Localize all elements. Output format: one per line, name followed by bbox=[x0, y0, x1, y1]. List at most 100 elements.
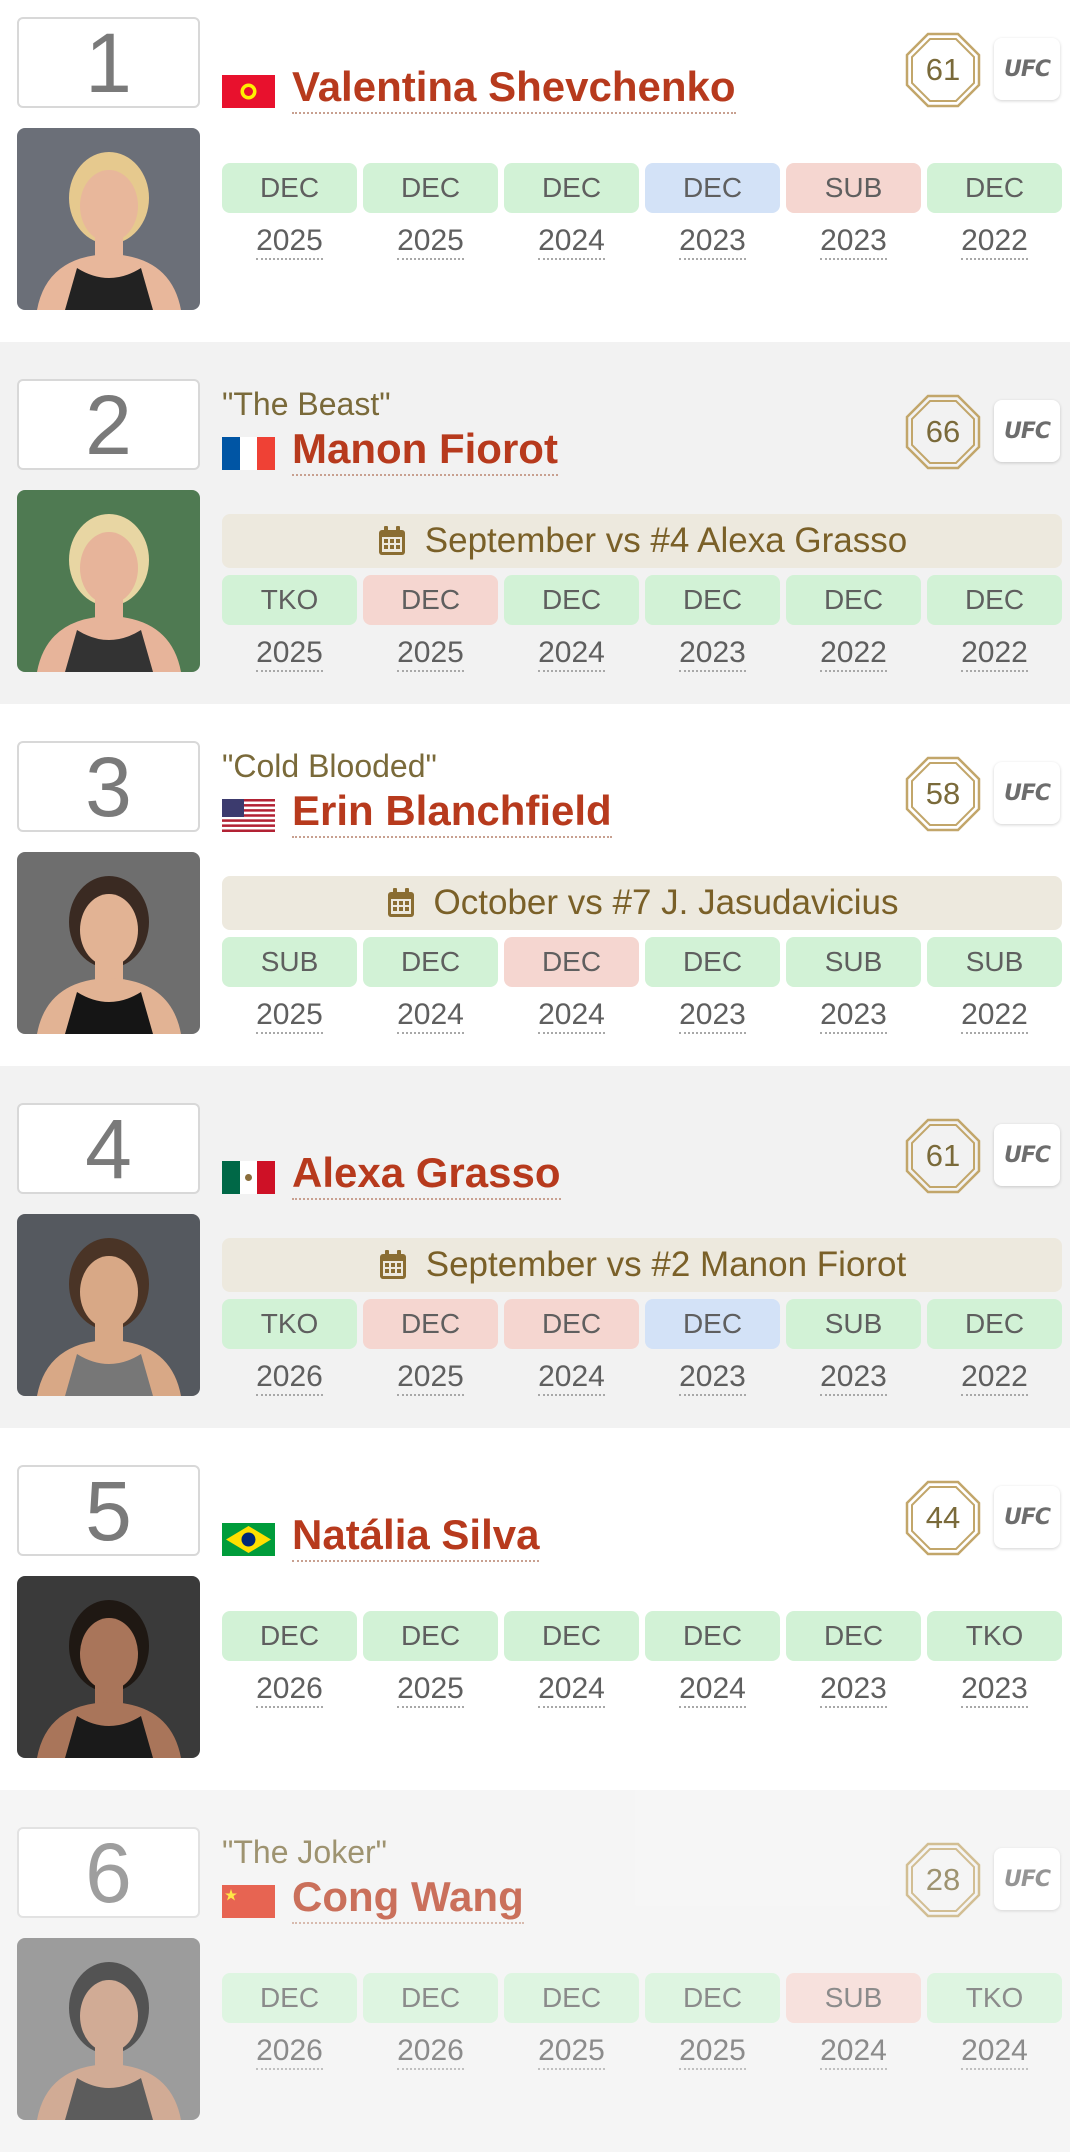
fighter-photo[interactable] bbox=[17, 852, 200, 1034]
fight-item[interactable]: SUB 2024 bbox=[786, 1973, 921, 2103]
fight-year-link[interactable]: 2025 bbox=[397, 636, 464, 672]
fight-item[interactable]: DEC 2025 bbox=[363, 163, 498, 293]
fight-item[interactable]: TKO 2025 bbox=[222, 575, 357, 705]
next-fight-banner[interactable]: October vs #7 J. Jasudavicius bbox=[222, 876, 1062, 930]
fighter-photo[interactable] bbox=[17, 1576, 200, 1758]
fight-year-link[interactable]: 2023 bbox=[820, 998, 887, 1034]
ufc-logo[interactable]: UFC bbox=[994, 38, 1060, 100]
fight-method-badge[interactable]: DEC bbox=[645, 1611, 780, 1661]
fight-year-link[interactable]: 2023 bbox=[820, 224, 887, 260]
fight-item[interactable]: DEC 2024 bbox=[504, 575, 639, 705]
ranking-badge[interactable]: 58 bbox=[905, 756, 981, 832]
fight-method-badge[interactable]: SUB bbox=[786, 937, 921, 987]
fight-year-link[interactable]: 2022 bbox=[961, 224, 1028, 260]
ufc-logo[interactable]: UFC bbox=[994, 1124, 1060, 1186]
fight-method-badge[interactable]: SUB bbox=[222, 937, 357, 987]
ranking-badge[interactable]: 61 bbox=[905, 32, 981, 108]
fight-method-badge[interactable]: DEC bbox=[222, 1611, 357, 1661]
fight-item[interactable]: DEC 2023 bbox=[645, 575, 780, 705]
fight-year-link[interactable]: 2024 bbox=[538, 998, 605, 1034]
fight-method-badge[interactable]: DEC bbox=[363, 575, 498, 625]
fight-year-link[interactable]: 2026 bbox=[256, 2034, 323, 2070]
fight-year-link[interactable]: 2022 bbox=[961, 636, 1028, 672]
fight-year-link[interactable]: 2024 bbox=[679, 1672, 746, 1708]
fight-method-badge[interactable]: DEC bbox=[786, 575, 921, 625]
ufc-logo[interactable]: UFC bbox=[994, 762, 1060, 824]
fight-method-badge[interactable]: SUB bbox=[786, 1299, 921, 1349]
fight-year-link[interactable]: 2023 bbox=[679, 636, 746, 672]
fight-item[interactable]: DEC 2024 bbox=[504, 1299, 639, 1429]
fighter-name-link[interactable]: Erin Blanchfield bbox=[292, 786, 612, 839]
fighter-card-rank-4[interactable]: 4 Alexa Grasso 61 UFC September vs #2 Ma… bbox=[0, 1066, 1070, 1428]
fighter-name-link[interactable]: Manon Fiorot bbox=[292, 424, 558, 477]
fight-item[interactable]: SUB 2023 bbox=[786, 1299, 921, 1429]
fight-item[interactable]: TKO 2023 bbox=[927, 1611, 1062, 1741]
fight-year-link[interactable]: 2024 bbox=[538, 224, 605, 260]
fight-method-badge[interactable]: DEC bbox=[504, 1299, 639, 1349]
fight-item[interactable]: DEC 2022 bbox=[927, 163, 1062, 293]
fight-year-link[interactable]: 2024 bbox=[538, 1672, 605, 1708]
fight-year-link[interactable]: 2024 bbox=[538, 1360, 605, 1396]
fight-year-link[interactable]: 2025 bbox=[256, 998, 323, 1034]
fight-year-link[interactable]: 2022 bbox=[820, 636, 887, 672]
ufc-logo[interactable]: UFC bbox=[994, 400, 1060, 462]
fighter-photo[interactable] bbox=[17, 490, 200, 672]
fight-item[interactable]: DEC 2022 bbox=[927, 575, 1062, 705]
fight-item[interactable]: DEC 2024 bbox=[504, 1611, 639, 1741]
fight-item[interactable]: SUB 2025 bbox=[222, 937, 357, 1067]
fight-method-badge[interactable]: DEC bbox=[927, 575, 1062, 625]
fight-item[interactable]: SUB 2023 bbox=[786, 937, 921, 1067]
fight-item[interactable]: DEC 2023 bbox=[645, 937, 780, 1067]
ufc-logo[interactable]: UFC bbox=[994, 1848, 1060, 1910]
fight-method-badge[interactable]: DEC bbox=[363, 937, 498, 987]
fight-year-link[interactable]: 2025 bbox=[397, 1672, 464, 1708]
fighter-photo[interactable] bbox=[17, 1938, 200, 2120]
fight-year-link[interactable]: 2025 bbox=[538, 2034, 605, 2070]
fight-item[interactable]: DEC 2025 bbox=[363, 1299, 498, 1429]
fight-year-link[interactable]: 2022 bbox=[961, 1360, 1028, 1396]
fight-item[interactable]: DEC 2022 bbox=[927, 1299, 1062, 1429]
fight-method-badge[interactable]: DEC bbox=[222, 163, 357, 213]
fight-item[interactable]: DEC 2023 bbox=[645, 1299, 780, 1429]
fight-item[interactable]: SUB 2022 bbox=[927, 937, 1062, 1067]
fighter-card-rank-3[interactable]: 3 "Cold Blooded" Erin Blanchfield 58 UFC bbox=[0, 704, 1070, 1066]
fight-year-link[interactable]: 2023 bbox=[679, 1360, 746, 1396]
fighter-name-link[interactable]: Valentina Shevchenko bbox=[292, 62, 736, 115]
fight-year-link[interactable]: 2025 bbox=[256, 224, 323, 260]
fight-method-badge[interactable]: TKO bbox=[927, 1973, 1062, 2023]
fight-method-badge[interactable]: TKO bbox=[222, 575, 357, 625]
ranking-badge[interactable]: 28 bbox=[905, 1842, 981, 1918]
fight-method-badge[interactable]: DEC bbox=[504, 575, 639, 625]
fight-method-badge[interactable]: DEC bbox=[363, 1299, 498, 1349]
fight-item[interactable]: DEC 2023 bbox=[786, 1611, 921, 1741]
fighter-card-rank-5[interactable]: 5 Natália Silva 44 UFC DEC 2026 DEC 2025 DEC… bbox=[0, 1428, 1070, 1790]
fight-year-link[interactable]: 2024 bbox=[820, 2034, 887, 2070]
fight-item[interactable]: TKO 2024 bbox=[927, 1973, 1062, 2103]
fight-year-link[interactable]: 2026 bbox=[397, 2034, 464, 2070]
next-fight-banner[interactable]: September vs #4 Alexa Grasso bbox=[222, 514, 1062, 568]
fight-method-badge[interactable]: DEC bbox=[927, 1299, 1062, 1349]
fight-method-badge[interactable]: DEC bbox=[504, 937, 639, 987]
fight-method-badge[interactable]: DEC bbox=[222, 1973, 357, 2023]
ranking-badge[interactable]: 44 bbox=[905, 1480, 981, 1556]
fight-method-badge[interactable]: DEC bbox=[645, 163, 780, 213]
fight-year-link[interactable]: 2025 bbox=[256, 636, 323, 672]
fight-item[interactable]: DEC 2024 bbox=[504, 937, 639, 1067]
fighter-photo[interactable] bbox=[17, 1214, 200, 1396]
fight-year-link[interactable]: 2026 bbox=[256, 1360, 323, 1396]
fight-year-link[interactable]: 2023 bbox=[820, 1360, 887, 1396]
fight-item[interactable]: DEC 2025 bbox=[504, 1973, 639, 2103]
fight-year-link[interactable]: 2023 bbox=[820, 1672, 887, 1708]
ranking-badge[interactable]: 66 bbox=[905, 394, 981, 470]
next-fight-banner[interactable]: September vs #2 Manon Fiorot bbox=[222, 1238, 1062, 1292]
fight-year-link[interactable]: 2024 bbox=[397, 998, 464, 1034]
fight-method-badge[interactable]: DEC bbox=[786, 1611, 921, 1661]
fight-year-link[interactable]: 2023 bbox=[679, 224, 746, 260]
fight-method-badge[interactable]: DEC bbox=[645, 1973, 780, 2023]
fight-method-badge[interactable]: SUB bbox=[786, 1973, 921, 2023]
fight-item[interactable]: TKO 2026 bbox=[222, 1299, 357, 1429]
fight-year-link[interactable]: 2023 bbox=[961, 1672, 1028, 1708]
fighter-card-rank-6[interactable]: 6 "The Joker" Cong Wang 28 UFC DEC 2026 DE… bbox=[0, 1790, 1070, 2152]
fight-method-badge[interactable]: DEC bbox=[363, 1611, 498, 1661]
fight-year-link[interactable]: 2026 bbox=[256, 1672, 323, 1708]
